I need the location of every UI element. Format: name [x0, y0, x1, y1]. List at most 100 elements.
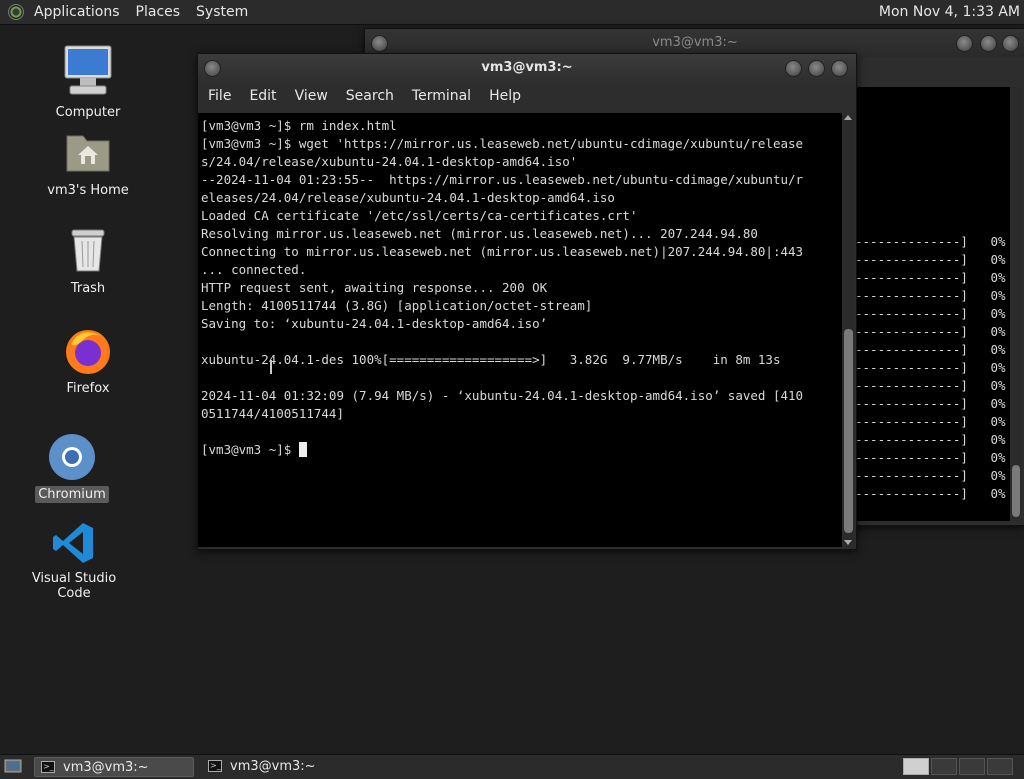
scroll-up-arrow-icon[interactable] [844, 115, 852, 120]
progress-row: --------------] 0% [855, 287, 1010, 305]
terminal-line: ... connected. [201, 262, 307, 277]
terminal-line: 0511744/4100511744] [201, 406, 344, 421]
top-panel: Applications Places System Mon Nov 4, 1:… [0, 0, 1024, 25]
menu-places[interactable]: Places [128, 0, 189, 24]
progress-row: --------------] 0% [855, 269, 1010, 287]
terminal-line: eleases/24.04/release/xubuntu-24.04.1-de… [201, 190, 615, 205]
progress-bar-text: --------------] [855, 414, 968, 429]
progress-percent: 0% [967, 306, 1006, 321]
minimize-button[interactable] [956, 35, 973, 52]
progress-percent: 0% [967, 288, 1006, 303]
minimize-button[interactable] [785, 60, 802, 77]
front-window-title: vm3@vm3:~ [481, 60, 573, 75]
terminal-line: --2024-11-04 01:23:55-- https://mirror.u… [201, 172, 804, 187]
progress-row: --------------] 0% [855, 485, 1010, 503]
workspace-4[interactable] [987, 758, 1013, 775]
ibeam-cursor-icon [270, 360, 272, 374]
progress-percent: 0% [967, 414, 1006, 429]
terminal-line: [vm3@vm3 ~]$ wget 'https://mirror.us.lea… [201, 136, 804, 151]
progress-percent: 0% [967, 324, 1006, 339]
taskbar-item-terminal-1[interactable]: >_ vm3@vm3:~ [34, 757, 194, 777]
terminal-line: s/24.04/release/xubuntu-24.04.1-desktop-… [201, 154, 578, 169]
computer-icon [64, 45, 112, 95]
back-terminal-output[interactable]: --------------] 0% --------------] 0% ----… [855, 87, 1010, 521]
progress-row: --------------] 0% [855, 413, 1010, 431]
scroll-thumb[interactable] [844, 329, 853, 533]
terminal-line: Connecting to mirror.us.leaseweb.net (mi… [201, 244, 804, 259]
desktop-icon-label: Firefox [66, 381, 110, 396]
front-window-titlebar[interactable]: vm3@vm3:~ [198, 54, 856, 82]
close-button[interactable] [1002, 35, 1019, 52]
maximize-button[interactable] [980, 35, 997, 52]
show-desktop-icon[interactable] [4, 758, 22, 774]
progress-bar-text: --------------] [855, 342, 968, 357]
menu-terminal[interactable]: Terminal [402, 82, 479, 110]
progress-row: --------------] 0% [855, 467, 1010, 485]
front-terminal-window[interactable]: vm3@vm3:~ File Edit View Search Terminal… [197, 53, 857, 550]
menu-search[interactable]: Search [336, 82, 402, 110]
desktop-icon-home[interactable]: vm3's Home [33, 126, 143, 199]
terminal-line: Saving to: ‘xubuntu-24.04.1-desktop-amd6… [201, 316, 548, 331]
terminal-scrollbar[interactable] [842, 113, 855, 547]
desktop-icon-trash[interactable]: Trash [33, 226, 143, 297]
progress-percent: 0% [967, 450, 1006, 465]
firefox-icon [66, 330, 110, 374]
distro-logo-icon[interactable] [8, 4, 24, 20]
desktop-icon-label: Chromium [35, 486, 109, 503]
terminal-line: HTTP request sent, awaiting response... … [201, 280, 548, 295]
progress-bar-text: --------------] [855, 306, 968, 321]
progress-percent: 0% [967, 234, 1006, 249]
desktop-icon-computer[interactable]: Computer [33, 44, 143, 121]
desktop-icon-chromium[interactable]: Chromium [17, 432, 127, 503]
menu-view[interactable]: View [285, 82, 336, 110]
menu-system[interactable]: System [188, 0, 256, 24]
window-menu-button[interactable] [371, 35, 388, 52]
terminal-line: Loaded CA certificate '/etc/ssl/certs/ca… [201, 208, 638, 223]
terminal-icon: >_ [208, 760, 222, 772]
window-menu-button[interactable] [204, 60, 221, 77]
terminal-line: [vm3@vm3 ~]$ [201, 441, 842, 459]
desktop-icon-label: Visual Studio Code [31, 571, 117, 601]
close-button[interactable] [831, 60, 848, 77]
progress-row: --------------] 0% [855, 233, 1010, 251]
progress-bar-text: --------------] [855, 486, 968, 501]
menu-help[interactable]: Help [479, 82, 529, 110]
text-cursor [298, 442, 307, 457]
back-window-title: vm3@vm3:~ [652, 35, 738, 50]
terminal-icon: >_ [41, 761, 55, 773]
workspace-1[interactable] [903, 758, 929, 775]
menu-applications[interactable]: Applications [26, 0, 128, 24]
back-scroll-thumb[interactable] [1012, 465, 1020, 517]
desktop-icon-firefox[interactable]: Firefox [33, 326, 143, 397]
home-folder-icon [66, 135, 110, 172]
progress-row: --------------] 0% [855, 251, 1010, 269]
progress-row: --------------] 0% [855, 341, 1010, 359]
clock[interactable]: Mon Nov 4, 1:33 AM [879, 0, 1020, 24]
progress-row: --------------] 0% [855, 359, 1010, 377]
progress-percent: 0% [967, 360, 1006, 375]
back-terminal-scrollbar[interactable] [1010, 87, 1022, 521]
progress-row: --------------] 0% [855, 395, 1010, 413]
progress-percent: 0% [967, 396, 1006, 411]
maximize-button[interactable] [808, 60, 825, 77]
menu-edit[interactable]: Edit [239, 82, 284, 110]
progress-row: --------------] 0% [855, 305, 1010, 323]
terminal-output[interactable]: [vm3@vm3 ~]$ rm index.html [vm3@vm3 ~]$ w… [198, 113, 842, 547]
workspace-3[interactable] [959, 758, 985, 775]
progress-percent: 0% [967, 378, 1006, 393]
progress-bar-text: --------------] [855, 360, 968, 375]
desktop-icon-vscode[interactable]: Visual Studio Code [19, 520, 129, 602]
scroll-down-arrow-icon[interactable] [844, 540, 852, 545]
progress-percent: 0% [967, 270, 1006, 285]
taskbar-item-label: vm3@vm3:~ [63, 760, 149, 775]
progress-bar-text: --------------] [855, 270, 968, 285]
progress-percent: 0% [967, 486, 1006, 501]
menu-file[interactable]: File [198, 82, 239, 110]
trash-icon [71, 229, 105, 272]
taskbar-item-terminal-2[interactable]: >_ vm3@vm3:~ [202, 757, 362, 777]
workspace-2[interactable] [931, 758, 957, 775]
bottom-panel: >_ vm3@vm3:~ >_ vm3@vm3:~ [0, 754, 1024, 779]
